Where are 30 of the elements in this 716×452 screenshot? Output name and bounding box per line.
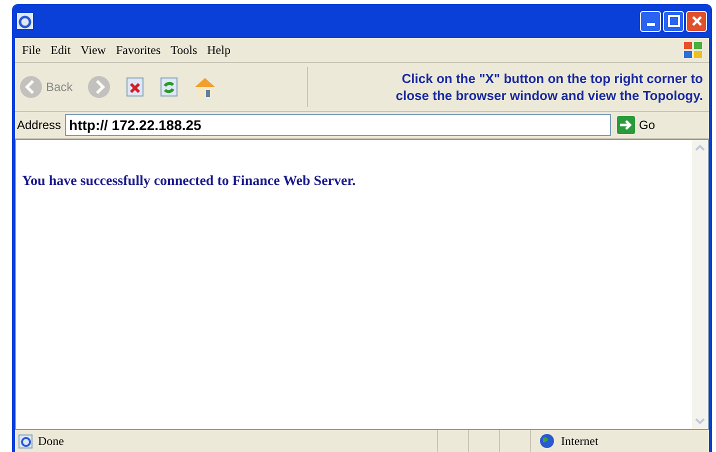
stop-button[interactable] [124, 76, 145, 98]
maximize-button[interactable] [663, 10, 684, 32]
menu-item[interactable]: Edit [46, 42, 76, 58]
home-button[interactable] [192, 75, 217, 99]
page-icon [18, 433, 34, 449]
go-button[interactable]: Go [617, 116, 707, 134]
instruction-text: close the browser window and view the Topology. [396, 87, 703, 104]
address-field[interactable]: http:// 172.22.188.25 [65, 114, 611, 136]
menu-item[interactable]: View [76, 42, 111, 58]
close-icon [690, 15, 702, 27]
maximize-icon [668, 15, 680, 27]
address-label: Address [17, 118, 62, 132]
refresh-button[interactable] [158, 76, 179, 98]
menu-item[interactable]: File [17, 42, 46, 58]
zone-text: Internet [561, 434, 598, 448]
refresh-icon [158, 76, 179, 98]
close-button[interactable] [686, 10, 707, 32]
menu-item[interactable]: Favorites [110, 42, 166, 58]
menu-item[interactable]: Help [202, 42, 236, 58]
stop-icon [124, 76, 145, 98]
home-icon [192, 75, 217, 99]
minimize-button[interactable] [640, 10, 661, 32]
success-message: You have successfully connected to Finance Web Server. [22, 174, 357, 190]
instruction-text: Click on the "X" button on the top right corner to [400, 70, 703, 87]
browser-logo-icon [17, 13, 33, 29]
status-text: Done [38, 434, 64, 448]
windows-flag-icon [683, 41, 703, 59]
menu-item[interactable]: Tools [166, 42, 202, 58]
globe-icon [539, 433, 555, 449]
minimize-icon [646, 23, 654, 26]
